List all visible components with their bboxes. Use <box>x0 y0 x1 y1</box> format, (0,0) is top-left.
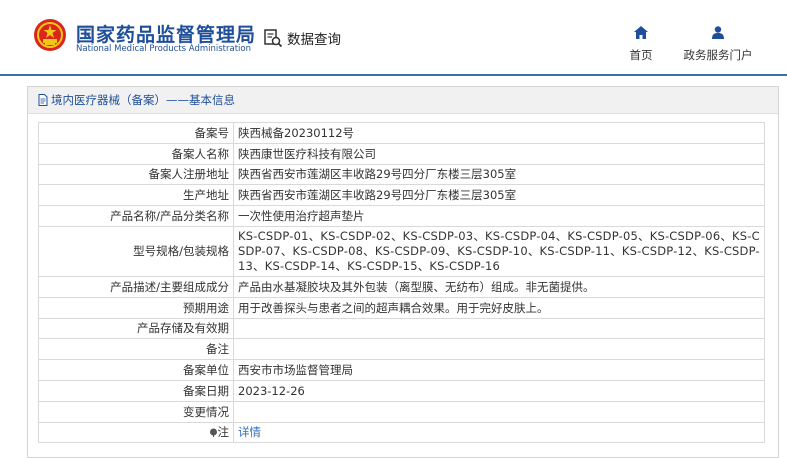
details-link[interactable]: 详情 <box>238 425 261 439</box>
row-key: 生产地址 <box>38 184 234 207</box>
panel-title: 境内医疗器械（备案）——基本信息 <box>51 93 235 107</box>
row-key: 备案人名称 <box>38 142 234 165</box>
row-key: 预期用途 <box>38 296 234 319</box>
table-row: 产品描述/主要组成成分 产品由水基凝胶块及其外包装（离型膜、无纺布）组成。非无菌… <box>38 275 765 298</box>
row-key: 产品名称/产品分类名称 <box>38 205 234 227</box>
table-row: 生产地址 陕西省西安市莲湖区丰收路29号四分厂东楼三层305室 <box>38 184 765 207</box>
row-value: 一次性使用治疗超声垫片 <box>233 205 765 227</box>
row-value: KS-CSDP-01、KS-CSDP-02、KS-CSDP-03、KS-CSDP… <box>233 225 765 277</box>
nav-service-portal[interactable]: 政务服务门户 <box>676 24 760 63</box>
table-row: 产品存储及有效期 <box>38 317 765 340</box>
site-header: 国家药品监督管理局 National Medical Products Admi… <box>0 0 787 76</box>
site-subtitle: National Medical Products Administration <box>76 44 251 54</box>
note-key-label: 注 <box>217 425 230 440</box>
row-value: 产品由水基凝胶块及其外包装（离型膜、无纺布）组成。非无菌提供。 <box>233 275 765 298</box>
nav-portal-label: 政务服务门户 <box>683 48 753 62</box>
table-row: 备案单位 西安市市场监督管理局 <box>38 359 765 381</box>
data-query-icon <box>264 29 283 48</box>
panel-header: 境内医疗器械（备案）——基本信息 <box>28 87 778 114</box>
site-title: 国家药品监督管理局 <box>76 24 257 46</box>
table-row: 备注 <box>38 338 765 361</box>
row-key: 备案人注册地址 <box>38 163 234 186</box>
row-value: 2023-12-26 <box>233 379 765 402</box>
data-query-link[interactable]: 数据查询 <box>263 28 341 48</box>
row-value <box>233 338 765 361</box>
table-row: 备案人名称 陕西康世医疗科技有限公司 <box>38 142 765 165</box>
national-emblem-icon <box>34 19 66 51</box>
row-value: 陕西康世医疗科技有限公司 <box>233 142 765 165</box>
row-key: 备案单位 <box>38 359 234 381</box>
row-key: 变更情况 <box>38 400 234 423</box>
record-panel: 境内医疗器械（备案）——基本信息 备案号 陕西械备20230112号 备案人名称… <box>27 86 779 458</box>
row-value: 西安市市场监督管理局 <box>233 359 765 381</box>
table-row: 型号规格/包装规格 KS-CSDP-01、KS-CSDP-02、KS-CSDP-… <box>38 225 765 277</box>
row-value <box>233 400 765 423</box>
row-key: 备案号 <box>38 122 234 144</box>
data-query-label: 数据查询 <box>287 32 341 48</box>
table-row: 注 详情 <box>38 421 765 444</box>
table-row: 备案人注册地址 陕西省西安市莲湖区丰收路29号四分厂东楼三层305室 <box>38 163 765 186</box>
row-key: 注 <box>38 421 234 444</box>
row-value: 详情 <box>233 421 765 444</box>
document-icon <box>38 94 48 106</box>
home-icon <box>634 26 648 39</box>
record-table: 备案号 陕西械备20230112号 备案人名称 陕西康世医疗科技有限公司 备案人… <box>38 122 765 444</box>
note-pin-icon <box>209 428 217 438</box>
table-row: 预期用途 用于改善探头与患者之间的超声耦合效果。用于完好皮肤上。 <box>38 296 765 319</box>
table-row: 变更情况 <box>38 400 765 423</box>
nav-home-label: 首页 <box>629 48 653 62</box>
row-key: 备案日期 <box>38 379 234 402</box>
row-value: 陕西省西安市莲湖区丰收路29号四分厂东楼三层305室 <box>233 184 765 207</box>
table-row: 备案日期 2023-12-26 <box>38 379 765 402</box>
table-row: 产品名称/产品分类名称 一次性使用治疗超声垫片 <box>38 205 765 227</box>
row-key: 产品存储及有效期 <box>38 317 234 340</box>
row-value: 用于改善探头与患者之间的超声耦合效果。用于完好皮肤上。 <box>233 296 765 319</box>
user-icon <box>712 26 724 39</box>
table-row: 备案号 陕西械备20230112号 <box>38 122 765 144</box>
nav-home[interactable]: 首页 <box>626 24 656 63</box>
row-value: 陕西省西安市莲湖区丰收路29号四分厂东楼三层305室 <box>233 163 765 186</box>
row-key: 备注 <box>38 338 234 361</box>
row-value <box>233 317 765 340</box>
row-value: 陕西械备20230112号 <box>233 122 765 144</box>
row-key: 型号规格/包装规格 <box>38 225 234 277</box>
row-key: 产品描述/主要组成成分 <box>38 275 234 298</box>
